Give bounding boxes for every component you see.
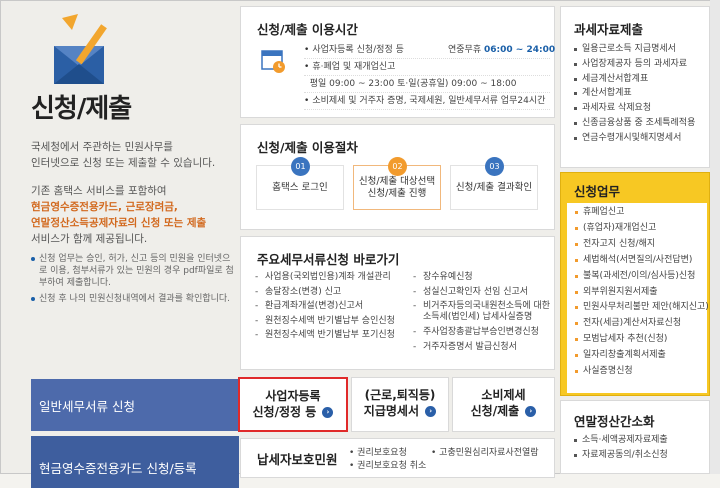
tax-data-link[interactable]: 신종금융상품 중 조세특례적용 bbox=[574, 116, 695, 131]
application-box: 신청업무 휴폐업신고 (휴업자)재개업신고 전자고지 신청/해지 세법해석(서면… bbox=[560, 172, 710, 396]
protection-list: • 권리보호요청 • 권리보호요청 취소 bbox=[349, 447, 426, 473]
tax-data-submit-box: 과세자료제출 일용근로소득 지급명세서 사업장제공자 등의 과세자료 세금계산서… bbox=[560, 6, 710, 168]
step-result[interactable]: 03 신청/제출 결과확인 bbox=[450, 157, 538, 210]
general-tax-docs-button[interactable]: 일반세무서류 신청 bbox=[31, 379, 239, 431]
hours-row: • 휴·폐업 및 재개업신고 bbox=[304, 59, 550, 76]
doc-link[interactable]: 비거주자등의국내원천소득에 대한 소득세(법인세) 납세사실증명 bbox=[413, 299, 553, 325]
tax-data-list: 일용근로소득 지급명세서 사업장제공자 등의 과세자료 세금계산서합계표 계산서… bbox=[574, 42, 695, 146]
hours-card: 신청/제출 이용시간 • 사업자등록 신청/정정 등 연중무휴 06:00 ~ 24… bbox=[240, 6, 555, 118]
protection-link[interactable]: • 권리보호요청 취소 bbox=[349, 460, 426, 473]
year-end-title: 연말정산간소화 bbox=[574, 414, 655, 429]
application-title: 신청업무 bbox=[574, 184, 621, 199]
year-end-link[interactable]: 소득·세액공제자료제출 bbox=[574, 433, 668, 448]
hours-title: 신청/제출 이용시간 bbox=[257, 22, 358, 37]
application-link[interactable]: 전자고지 신청/해지 bbox=[575, 237, 707, 253]
application-link[interactable]: 민원사무처리불만 제안(해지신고) bbox=[575, 300, 709, 316]
application-list: 휴폐업신고 (휴업자)재개업신고 전자고지 신청/해지 세법해석(서면질의/사전… bbox=[567, 203, 709, 393]
tax-data-link[interactable]: 연금수령개시및해지명세서 bbox=[574, 131, 695, 146]
doc-link[interactable]: 성실신고확인자 선임 신고서 bbox=[413, 285, 553, 300]
tax-data-link[interactable]: 계산서합계표 bbox=[574, 86, 695, 101]
doc-link[interactable]: 송달장소(변경) 신고 bbox=[255, 285, 395, 300]
year-end-list: 소득·세액공제자료제출 자료제공동의/취소신청 bbox=[574, 433, 668, 463]
taxpayer-protection-card: 납세자보호민원 • 권리보호요청 • 권리보호요청 취소 • 고충민원심리자료사… bbox=[240, 438, 555, 478]
application-link[interactable]: 세법해석(서면질의/사전답변) bbox=[575, 253, 707, 269]
tax-data-link[interactable]: 세금계산서합계표 bbox=[574, 72, 695, 87]
hours-row: • 소비제세 및 거주자 증명, 국제세원, 일반세무서류 업무24시간 bbox=[304, 93, 550, 110]
application-link[interactable]: 불복(과세전/이의/심사등)신청 bbox=[575, 269, 707, 285]
cash-receipt-card-button[interactable]: 현금영수증전용카드 신청/등록 bbox=[31, 436, 239, 488]
hours-row: 평일 09:00 ~ 23:00 토·일(공휴일) 09:00 ~ 18:00 bbox=[304, 76, 550, 93]
service-description: 기존 홈택스 서비스를 포함하여 현금영수증전용카드, 근로장려금, 연말정산소… bbox=[31, 185, 207, 245]
application-link[interactable]: (휴업자)재개업신고 bbox=[575, 221, 707, 237]
notes-list: 신청 업무는 승인, 허가, 신고 등의 민원을 인터넷으로 이용, 첨부서류가… bbox=[31, 253, 236, 309]
procedure-card: 신청/제출 이용절차 01 홈택스 로그인 02 신청/제출 대상선택 신청/제출 … bbox=[240, 124, 555, 230]
doc-link[interactable]: 환급계좌개설(변경)신고서 bbox=[255, 299, 395, 314]
doc-link[interactable]: 원천징수세액 반기별납부 승인신청 bbox=[255, 314, 395, 329]
hours-table: • 사업자등록 신청/정정 등 연중무휴 06:00 ~ 24:00 • 휴·폐업 및… bbox=[304, 42, 555, 110]
hours-row: • 사업자등록 신청/정정 등 연중무휴 06:00 ~ 24:00 bbox=[304, 42, 555, 59]
protection-list-2: • 고충민원심리자료사전열람 bbox=[431, 447, 543, 460]
doc-link[interactable]: 장수유예신청 bbox=[413, 270, 553, 285]
page-title: 신청/제출 bbox=[31, 94, 132, 124]
arrow-right-icon: › bbox=[525, 406, 537, 417]
arrow-right-icon: › bbox=[322, 407, 334, 418]
payment-statement-button[interactable]: (근로,퇴직등) 지급명세서 › bbox=[351, 377, 449, 432]
protection-title: 납세자보호민원 bbox=[257, 452, 338, 467]
application-link[interactable]: 모범납세자 추천(신청) bbox=[575, 332, 707, 348]
tax-data-link[interactable]: 과세자료 삭제요청 bbox=[574, 101, 695, 116]
tax-data-title: 과세자료제출 bbox=[574, 22, 644, 37]
application-link[interactable]: 일자리창출계획서제출 bbox=[575, 348, 707, 364]
application-link[interactable]: 사실증명신청 bbox=[575, 364, 707, 380]
envelope-pencil-icon bbox=[54, 14, 107, 84]
application-link[interactable]: 전자(세금)계산서자료신청 bbox=[575, 316, 707, 332]
tax-data-link[interactable]: 일용근로소득 지급명세서 bbox=[574, 42, 695, 57]
consumption-tax-button[interactable]: 소비제세 신청/제출 › bbox=[452, 377, 555, 432]
clock-calendar-icon bbox=[261, 50, 285, 73]
doc-link[interactable]: 주사업장총괄납부승인변경신청 bbox=[413, 325, 553, 340]
step-login[interactable]: 01 홈택스 로그인 bbox=[256, 157, 344, 210]
procedure-title: 신청/제출 이용절차 bbox=[257, 140, 358, 155]
protection-link[interactable]: • 고충민원심리자료사전열람 bbox=[431, 447, 543, 460]
doc-link[interactable]: 거주자증명서 발급신청서 bbox=[413, 340, 553, 355]
protection-link[interactable]: • 권리보호요청 bbox=[349, 447, 426, 460]
doc-link[interactable]: 사업용(국외법인용)계좌 개설관리 bbox=[255, 270, 395, 285]
left-panel: 신청/제출 국세청에서 주관하는 민원사무를 인터넷으로 신청 또는 제출할 수 … bbox=[0, 0, 239, 488]
arrow-right-icon: › bbox=[425, 406, 437, 417]
year-end-box: 연말정산간소화 소득·세액공제자료제출 자료제공동의/취소신청 bbox=[560, 400, 710, 474]
business-registration-button[interactable]: 사업자등록 신청/정정 등 › bbox=[238, 377, 348, 432]
intro-text: 국세청에서 주관하는 민원사무를 인터넷으로 신청 또는 제출할 수 있습니다. bbox=[31, 141, 216, 169]
docs-list-left: 사업용(국외법인용)계좌 개설관리 송달장소(변경) 신고 환급계좌개설(변경)… bbox=[255, 270, 395, 343]
application-link[interactable]: 휴폐업신고 bbox=[575, 205, 707, 221]
docs-title: 주요세무서류신청 바로가기 bbox=[257, 252, 400, 267]
scrollbar[interactable] bbox=[710, 0, 720, 474]
docs-shortcut-card: 주요세무서류신청 바로가기 사업용(국외법인용)계좌 개설관리 송달장소(변경)… bbox=[240, 236, 555, 370]
docs-list-right: 장수유예신청 성실신고확인자 선임 신고서 비거주자등의국내원천소득에 대한 소… bbox=[413, 270, 553, 354]
year-end-link[interactable]: 자료제공동의/취소신청 bbox=[574, 448, 668, 463]
tax-data-link[interactable]: 사업장제공자 등의 과세자료 bbox=[574, 57, 695, 72]
doc-link[interactable]: 원천징수세액 반기별납부 포기신청 bbox=[255, 328, 395, 343]
step-select[interactable]: 02 신청/제출 대상선택 신청/제출 진행 bbox=[353, 157, 441, 210]
note-item: 신청 후 나의 민원신청내역에서 결과를 확인합니다. bbox=[31, 293, 236, 305]
note-item: 신청 업무는 승인, 허가, 신고 등의 민원을 인터넷으로 이용, 첨부서류가… bbox=[31, 253, 236, 289]
application-link[interactable]: 외부위원지원서제출 bbox=[575, 285, 707, 301]
